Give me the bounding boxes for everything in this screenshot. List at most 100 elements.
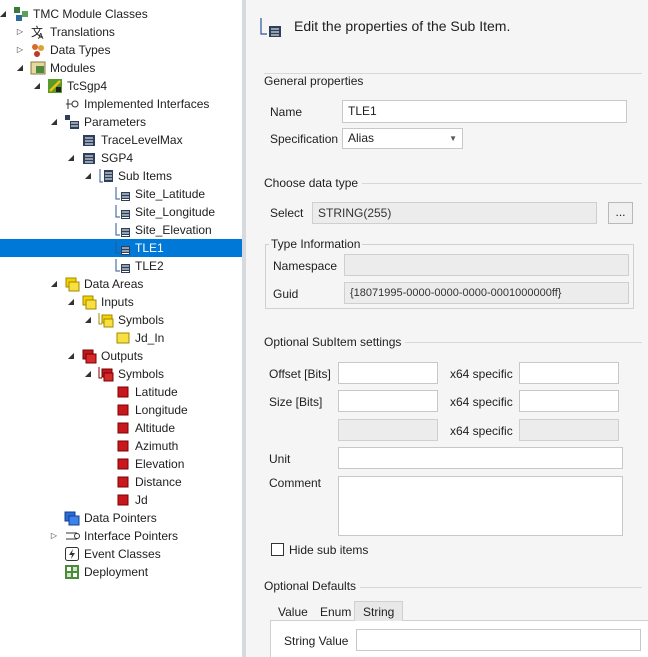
namespace-label: Namespace	[273, 259, 338, 273]
tree-row-label: Inputs	[101, 295, 134, 309]
data-areas-icon	[64, 276, 80, 292]
tree-row[interactable]: Elevation	[0, 455, 242, 473]
collapse-toggle-icon[interactable]: ◢	[49, 113, 59, 131]
tree-row-label: Jd_In	[135, 331, 165, 345]
tree-row[interactable]: TLE2	[0, 257, 242, 275]
string-value-field[interactable]	[356, 629, 641, 651]
sub-item-editor-icon	[259, 16, 283, 38]
tree-row[interactable]: ◢ Data Areas	[0, 275, 242, 293]
translations-icon: 文A	[30, 24, 46, 41]
tree-row[interactable]: ▷ Interface Pointers	[0, 527, 242, 545]
tree-row[interactable]: ▷ Data Types	[0, 41, 242, 59]
collapse-toggle-icon[interactable]: ◢	[83, 365, 93, 383]
collapse-toggle-icon[interactable]: ◢	[66, 293, 76, 311]
offset-x64-field[interactable]	[519, 362, 619, 384]
solution-tree[interactable]: ◢ TMC Module Classes ▷ 文 A Translations ▷ Data …	[0, 0, 242, 657]
select-label: Select	[270, 206, 304, 220]
tab-enum[interactable]: Enum	[316, 604, 355, 620]
tree-row[interactable]: ◢ SGP4	[0, 149, 242, 167]
deployment-icon	[64, 564, 80, 580]
expand-toggle-icon[interactable]: ▷	[15, 41, 25, 59]
sub-item-icon	[115, 222, 131, 238]
expand-toggle-icon[interactable]: ▷	[49, 527, 59, 545]
input-symbols-icon	[98, 312, 114, 328]
tree-row[interactable]: Event Classes	[0, 545, 242, 563]
tree-row[interactable]: Azimuth	[0, 437, 242, 455]
tree-row[interactable]: ◢ Outputs	[0, 347, 242, 365]
tree-row[interactable]: TraceLevelMax	[0, 131, 242, 149]
tree-row[interactable]: Altitude	[0, 419, 242, 437]
module-classes-icon	[13, 6, 29, 22]
sub-item-icon	[115, 258, 131, 274]
tab-value[interactable]: Value	[274, 604, 312, 620]
tree-row-label: TcSgp4	[67, 79, 108, 93]
specification-dropdown[interactable]: Alias ▼	[342, 128, 463, 149]
optional-defaults-heading: Optional Defaults	[264, 579, 361, 593]
tree-row-label: Elevation	[135, 457, 185, 471]
tree-row-label: TLE2	[135, 259, 164, 273]
page-title: Edit the properties of the Sub Item.	[294, 18, 511, 34]
offset-x64-label: x64 specific	[450, 367, 513, 381]
collapse-toggle-icon[interactable]: ◢	[83, 167, 93, 185]
tree-row[interactable]: Longitude	[0, 401, 242, 419]
tree-row[interactable]: ◢ Symbols	[0, 365, 242, 383]
tree-row[interactable]: Jd_In	[0, 329, 242, 347]
size-field[interactable]	[338, 390, 438, 412]
expand-toggle-icon[interactable]: ▷	[15, 23, 25, 41]
tree-row[interactable]: Latitude	[0, 383, 242, 401]
comment-field[interactable]	[338, 476, 623, 536]
data-pointers-icon	[64, 510, 80, 526]
tab-string[interactable]: String	[354, 601, 404, 621]
browse-data-type-button[interactable]: ...	[608, 202, 633, 224]
interface-pointers-icon	[64, 528, 80, 544]
offset-field[interactable]	[338, 362, 438, 384]
hide-sub-items-checkbox[interactable]	[271, 543, 284, 556]
data-type-field: STRING(255)	[312, 202, 597, 224]
namespace-field	[344, 254, 629, 276]
tree-row[interactable]: Site_Latitude	[0, 185, 242, 203]
tree-row-label: TLE1	[135, 241, 164, 255]
parameter-icon	[81, 150, 97, 166]
disabled-field	[338, 419, 438, 441]
tree-row[interactable]: ▷ 文 A Translations	[0, 23, 242, 41]
input-symbol-icon	[115, 330, 131, 346]
tree-row[interactable]: Distance	[0, 473, 242, 491]
collapse-toggle-icon[interactable]: ◢	[83, 311, 93, 329]
tree-row[interactable]: ◢ TMC Module Classes	[0, 5, 242, 23]
unit-label: Unit	[269, 452, 291, 466]
collapse-toggle-icon[interactable]: ◢	[15, 59, 25, 77]
tree-row[interactable]: Jd	[0, 491, 242, 509]
tree-row-label: Site_Elevation	[135, 223, 212, 237]
tree-row-label: Implemented Interfaces	[84, 97, 210, 111]
output-symbol-icon	[115, 384, 131, 400]
unit-field[interactable]	[338, 447, 623, 469]
tree-row[interactable]: Deployment	[0, 563, 242, 581]
collapse-toggle-icon[interactable]: ◢	[0, 5, 8, 23]
tree-row[interactable]: ◢ Parameters	[0, 113, 242, 131]
tree-row[interactable]: Implemented Interfaces	[0, 95, 242, 113]
tree-row-label: Outputs	[101, 349, 144, 363]
sub-items-icon	[98, 168, 114, 184]
tree-row[interactable]: ◢ Inputs	[0, 293, 242, 311]
tree-row[interactable]: Data Pointers	[0, 509, 242, 527]
tree-row[interactable]: ◢ TcSgp4	[0, 77, 242, 95]
name-field[interactable]: TLE1	[342, 100, 627, 123]
specification-label: Specification	[270, 132, 339, 146]
tree-row[interactable]: Site_Longitude	[0, 203, 242, 221]
tree-row-label: Symbols	[118, 367, 165, 381]
collapse-toggle-icon[interactable]: ◢	[32, 77, 42, 95]
collapse-toggle-icon[interactable]: ◢	[66, 347, 76, 365]
collapse-toggle-icon[interactable]: ◢	[66, 149, 76, 167]
tree-row[interactable]: ◢ Sub Items	[0, 167, 242, 185]
size-x64-field[interactable]	[519, 390, 619, 412]
tree-row[interactable]: ◢ Symbols	[0, 311, 242, 329]
tree-row-label: Parameters	[84, 115, 147, 129]
tree-row[interactable]: TLE1	[0, 239, 242, 257]
tree-row-label: Site_Longitude	[135, 205, 216, 219]
choose-data-type-heading: Choose data type	[264, 176, 363, 190]
tree-row-label: Interface Pointers	[84, 529, 179, 543]
output-symbol-icon	[115, 456, 131, 472]
tree-row[interactable]: ◢ Modules	[0, 59, 242, 77]
collapse-toggle-icon[interactable]: ◢	[49, 275, 59, 293]
tree-row[interactable]: Site_Elevation	[0, 221, 242, 239]
